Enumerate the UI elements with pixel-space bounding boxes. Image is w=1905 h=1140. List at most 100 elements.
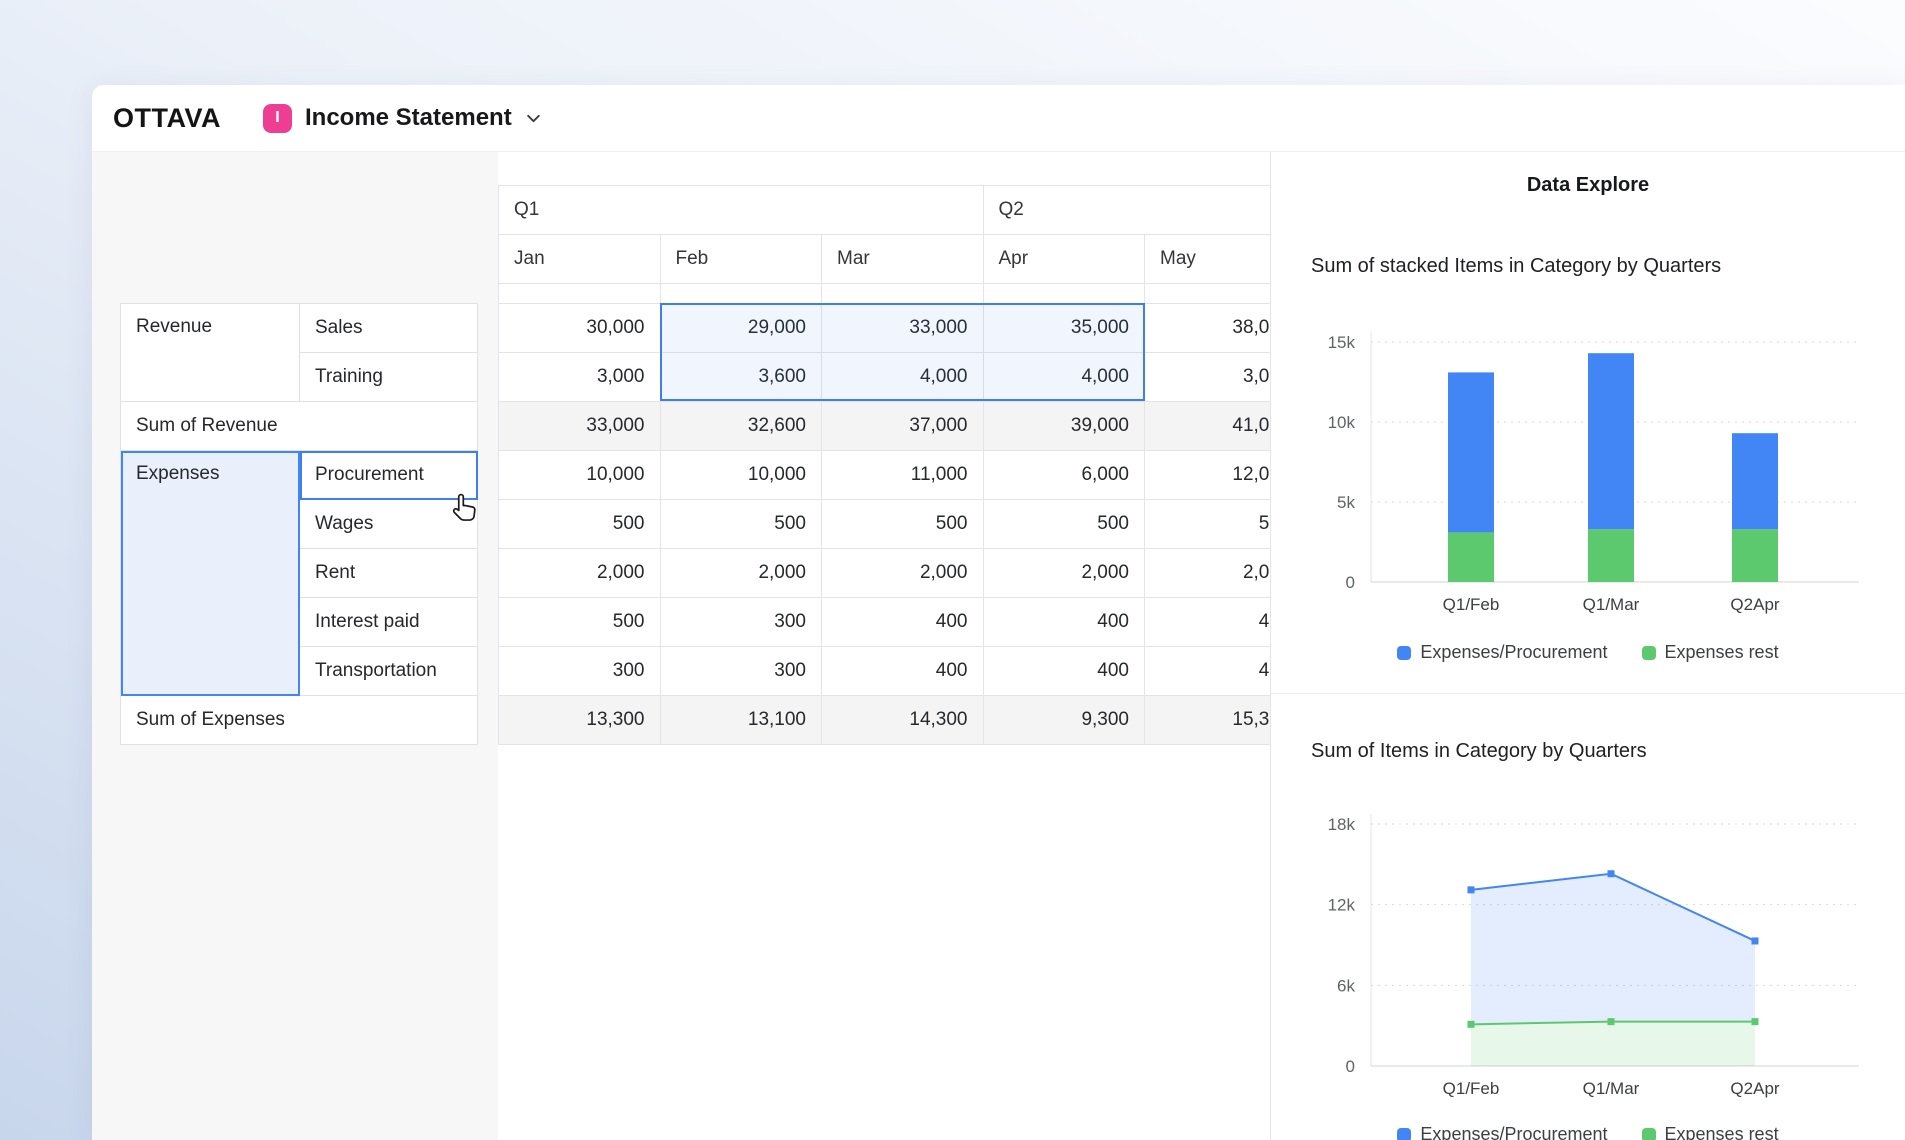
legend-item: Expenses/Procurement <box>1397 642 1607 663</box>
data-cell[interactable]: 4,000 <box>984 353 1146 402</box>
legend-swatch-blue-icon <box>1397 1128 1411 1140</box>
data-cell[interactable]: 500 <box>984 500 1146 549</box>
sum-cell[interactable]: 32,600 <box>661 402 823 451</box>
sum-cell[interactable]: 9,300 <box>984 696 1146 745</box>
row-item-interest-paid[interactable]: Interest paid <box>300 598 478 647</box>
sum-cell[interactable]: 13,300 <box>499 696 661 745</box>
month-header-may[interactable]: May <box>1145 235 1270 284</box>
data-cell[interactable]: 500 <box>499 598 661 647</box>
legend-swatch-green-icon <box>1642 646 1656 660</box>
grid-spacer <box>1145 284 1270 304</box>
row-headers: Revenue Sales Training Sum of Revenue Ex… <box>120 303 478 745</box>
data-cell[interactable]: 400 <box>1145 647 1270 696</box>
row-item-training[interactable]: Training <box>300 353 478 402</box>
panel-title: Data Explore <box>1271 174 1905 197</box>
data-grid-viewport: Q1 Q2 Jan Feb Mar Apr May 30,000 29,000 … <box>498 185 1270 745</box>
row-group-expenses[interactable]: Expenses <box>121 451 300 696</box>
data-cell[interactable]: 38,000 <box>1145 304 1270 353</box>
sum-cell[interactable]: 37,000 <box>822 402 984 451</box>
data-cell[interactable]: 3,000 <box>499 353 661 402</box>
quarter-header-q1[interactable]: Q1 <box>499 186 984 235</box>
data-cell[interactable]: 500 <box>499 500 661 549</box>
data-cell[interactable]: 6,000 <box>984 451 1146 500</box>
data-cell[interactable]: 3,000 <box>1145 353 1270 402</box>
legend-label: Expenses/Procurement <box>1420 642 1607 663</box>
month-header-apr[interactable]: Apr <box>984 235 1146 284</box>
data-cell[interactable]: 35,000 <box>984 304 1146 353</box>
month-header-jan[interactable]: Jan <box>499 235 661 284</box>
legend-swatch-blue-icon <box>1397 646 1411 660</box>
sum-cell[interactable]: 14,300 <box>822 696 984 745</box>
row-item-transportation[interactable]: Transportation <box>300 647 478 696</box>
legend-label: Expenses rest <box>1665 642 1779 663</box>
sum-cell[interactable]: 41,000 <box>1145 402 1270 451</box>
data-cell[interactable]: 400 <box>984 598 1146 647</box>
data-cell[interactable]: 2,000 <box>822 549 984 598</box>
stacked-bar-chart-title: Sum of stacked Items in Category by Quar… <box>1311 255 1721 278</box>
data-cell[interactable]: 10,000 <box>661 451 823 500</box>
row-group-revenue[interactable]: Revenue <box>121 304 300 402</box>
doc-badge: I <box>263 104 292 133</box>
sum-cell[interactable]: 33,000 <box>499 402 661 451</box>
grid-spacer <box>822 284 984 304</box>
data-cell[interactable]: 30,000 <box>499 304 661 353</box>
data-cell[interactable]: 2,000 <box>499 549 661 598</box>
svg-text:15k: 15k <box>1328 333 1356 352</box>
month-header-feb[interactable]: Feb <box>661 235 823 284</box>
data-cell[interactable]: 33,000 <box>822 304 984 353</box>
app-header: OTTAVA I Income Statement <box>92 85 1905 152</box>
data-cell[interactable]: 2,000 <box>661 549 823 598</box>
data-cell[interactable]: 2,000 <box>984 549 1146 598</box>
data-cell[interactable]: 300 <box>661 647 823 696</box>
data-grid: Q1 Q2 Jan Feb Mar Apr May 30,000 29,000 … <box>498 185 1270 745</box>
data-cell[interactable]: 300 <box>661 598 823 647</box>
svg-text:Q2Apr: Q2Apr <box>1730 1079 1779 1098</box>
data-cell[interactable]: 400 <box>984 647 1146 696</box>
row-sum-expenses[interactable]: Sum of Expenses <box>121 696 478 745</box>
doc-title: Income Statement <box>305 104 512 132</box>
data-cell[interactable]: 29,000 <box>661 304 823 353</box>
app-window: OTTAVA I Income Statement Q1 Q2 Jan Feb … <box>92 85 1905 1140</box>
row-sum-revenue[interactable]: Sum of Revenue <box>121 402 478 451</box>
data-cell[interactable]: 500 <box>661 500 823 549</box>
month-header-mar[interactable]: Mar <box>822 235 984 284</box>
grid-spacer <box>984 284 1146 304</box>
legend-swatch-green-icon <box>1642 1128 1656 1140</box>
svg-text:0: 0 <box>1346 1057 1355 1076</box>
row-item-rent[interactable]: Rent <box>300 549 478 598</box>
data-cell[interactable]: 300 <box>499 647 661 696</box>
data-cell[interactable]: 11,000 <box>822 451 984 500</box>
row-item-sales[interactable]: Sales <box>300 304 478 353</box>
data-cell[interactable]: 500 <box>1145 500 1270 549</box>
svg-text:5k: 5k <box>1337 493 1355 512</box>
data-cell[interactable]: 500 <box>822 500 984 549</box>
svg-text:Q1/Feb: Q1/Feb <box>1443 1079 1500 1098</box>
stacked-bar-chart: 05k10k15kQ1/FebQ1/MarQ2Apr <box>1271 292 1891 632</box>
chevron-down-icon[interactable] <box>525 110 542 127</box>
data-cell[interactable]: 400 <box>822 598 984 647</box>
data-cell[interactable]: 3,600 <box>661 353 823 402</box>
data-cell[interactable]: 12,000 <box>1145 451 1270 500</box>
quarter-header-q2[interactable]: Q2 <box>984 186 1271 235</box>
legend-item: Expenses/Procurement <box>1397 1124 1607 1140</box>
legend-item: Expenses rest <box>1642 1124 1779 1140</box>
svg-text:Q2Apr: Q2Apr <box>1730 595 1779 614</box>
grid-spacer <box>661 284 823 304</box>
data-cell[interactable]: 400 <box>822 647 984 696</box>
data-cell[interactable]: 2,000 <box>1145 549 1270 598</box>
data-cell[interactable]: 4,000 <box>822 353 984 402</box>
legend-label: Expenses/Procurement <box>1420 1124 1607 1140</box>
area-chart-legend: Expenses/Procurement Expenses rest <box>1271 1124 1905 1140</box>
svg-text:6k: 6k <box>1337 976 1355 995</box>
sum-cell[interactable]: 39,000 <box>984 402 1146 451</box>
data-cell[interactable]: 400 <box>1145 598 1270 647</box>
data-cell[interactable]: 10,000 <box>499 451 661 500</box>
legend-item: Expenses rest <box>1642 642 1779 663</box>
svg-text:0: 0 <box>1346 573 1355 592</box>
sum-cell[interactable]: 15,300 <box>1145 696 1270 745</box>
sum-cell[interactable]: 13,100 <box>661 696 823 745</box>
cursor-hand-icon <box>448 491 482 525</box>
svg-text:10k: 10k <box>1328 413 1356 432</box>
svg-text:Q1/Feb: Q1/Feb <box>1443 595 1500 614</box>
app-logo: OTTAVA <box>113 103 221 134</box>
